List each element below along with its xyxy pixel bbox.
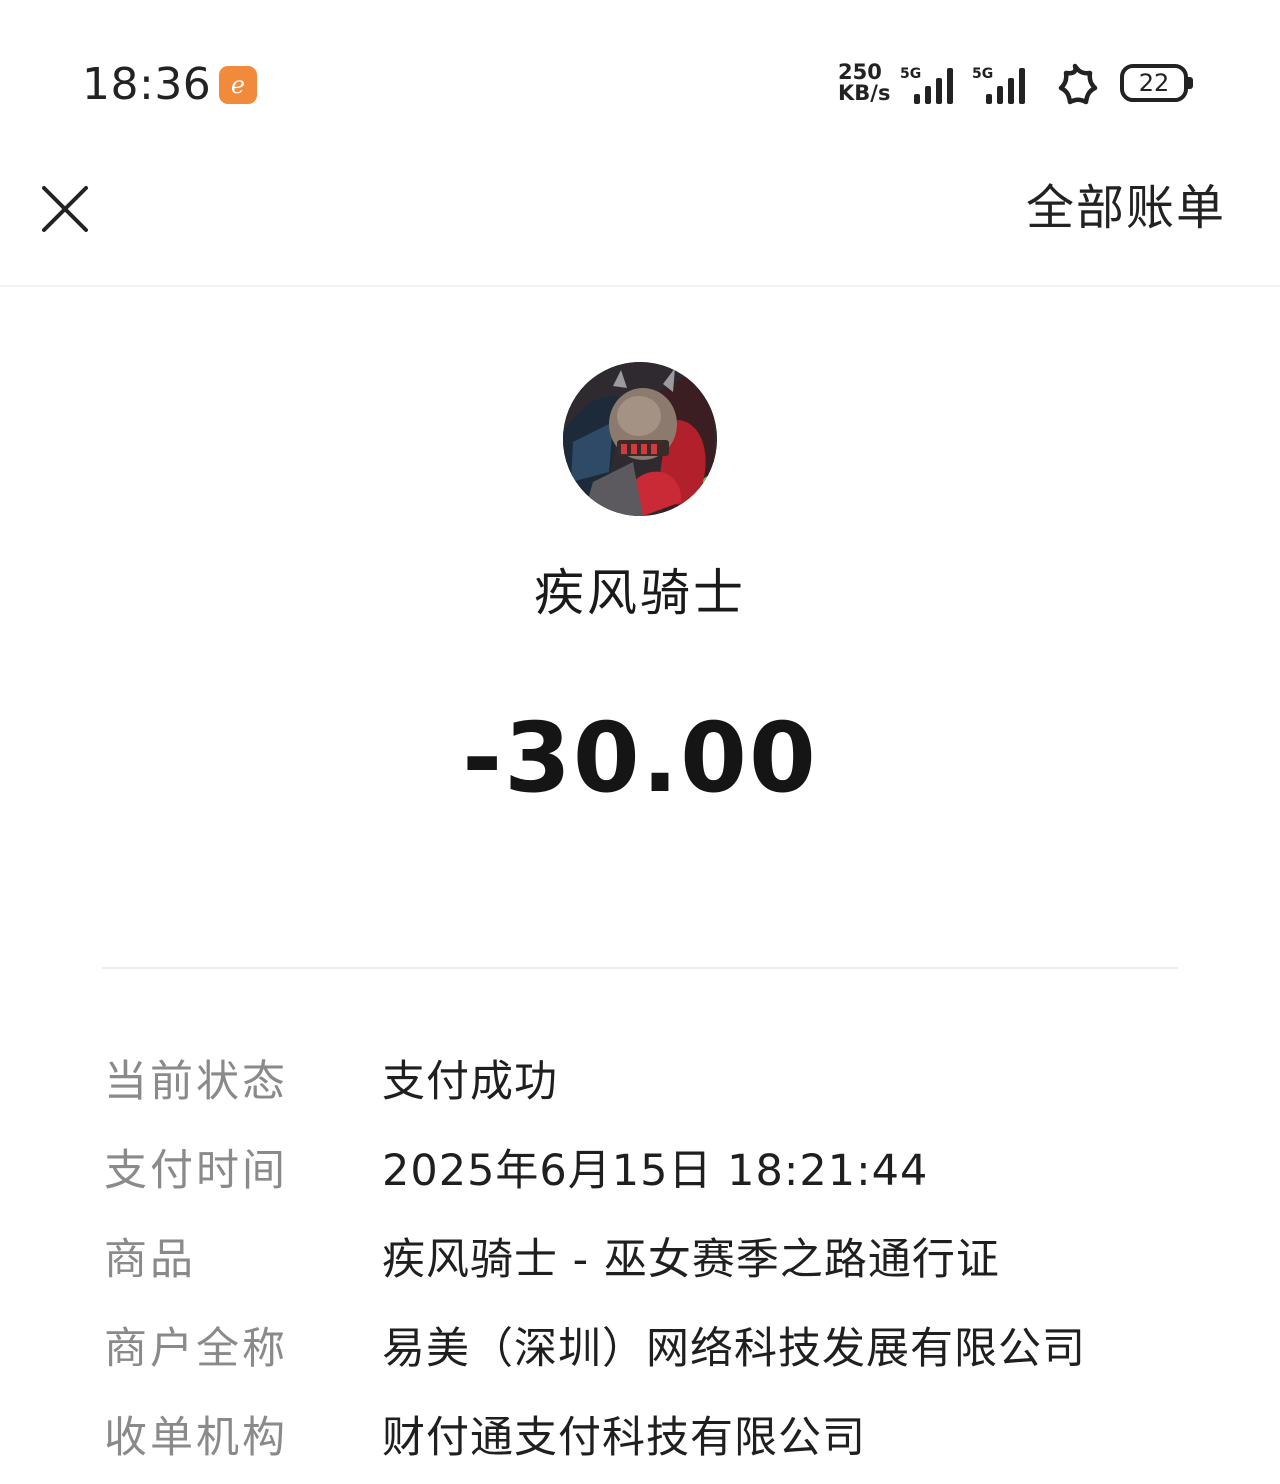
detail-value: 易美（深圳）网络科技发展有限公司	[382, 1324, 1086, 1374]
detail-label: 支付时间	[104, 1146, 288, 1196]
status-time: 18:36	[82, 59, 212, 110]
detail-row-merchant-full-name: 商户全称 易美（深圳）网络科技发展有限公司	[0, 1307, 1280, 1395]
detail-label: 商品	[104, 1235, 196, 1285]
detail-row-acquirer: 收单机构 财付通支付科技有限公司	[0, 1396, 1280, 1484]
detail-row-product: 商品 疾风骑士 - 巫女赛季之路通行证	[0, 1218, 1280, 1306]
status-bar: 18:36 ℯ 250 KB/s 5G 5G 22	[0, 0, 1280, 170]
payment-amount: -30.00	[462, 702, 818, 814]
merchant-name: 疾风骑士	[534, 564, 746, 622]
detail-row-status: 当前状态 支付成功	[0, 1040, 1280, 1128]
sim1-signal-icon: 5G	[900, 66, 953, 106]
alibaba-app-icon: ℯ	[219, 66, 257, 104]
battery-level: 22	[1138, 69, 1170, 97]
merchant-avatar	[563, 362, 717, 516]
close-icon[interactable]	[34, 178, 96, 240]
flower-icon	[1058, 63, 1098, 105]
battery-nub	[1188, 77, 1193, 89]
all-bills-link[interactable]: 全部账单	[1026, 176, 1226, 240]
detail-value: 财付通支付科技有限公司	[382, 1413, 866, 1463]
nav-bar: 全部账单	[0, 170, 1280, 287]
detail-label: 收单机构	[104, 1413, 288, 1463]
divider	[102, 967, 1178, 969]
detail-label: 商户全称	[104, 1324, 288, 1374]
detail-row-pay-time: 支付时间 2025年6月15日 18:21:44	[0, 1129, 1280, 1217]
detail-value: 2025年6月15日 18:21:44	[382, 1146, 929, 1196]
detail-value: 疾风骑士 - 巫女赛季之路通行证	[382, 1235, 1000, 1285]
network-speed-unit: KB/s	[838, 81, 891, 105]
network-speed: 250 KB/s	[838, 62, 898, 104]
detail-label: 当前状态	[104, 1057, 288, 1107]
sim2-signal-icon: 5G	[972, 66, 1025, 106]
detail-value: 支付成功	[382, 1057, 558, 1107]
network-speed-value: 250	[838, 60, 882, 84]
knight-avatar	[563, 362, 717, 516]
